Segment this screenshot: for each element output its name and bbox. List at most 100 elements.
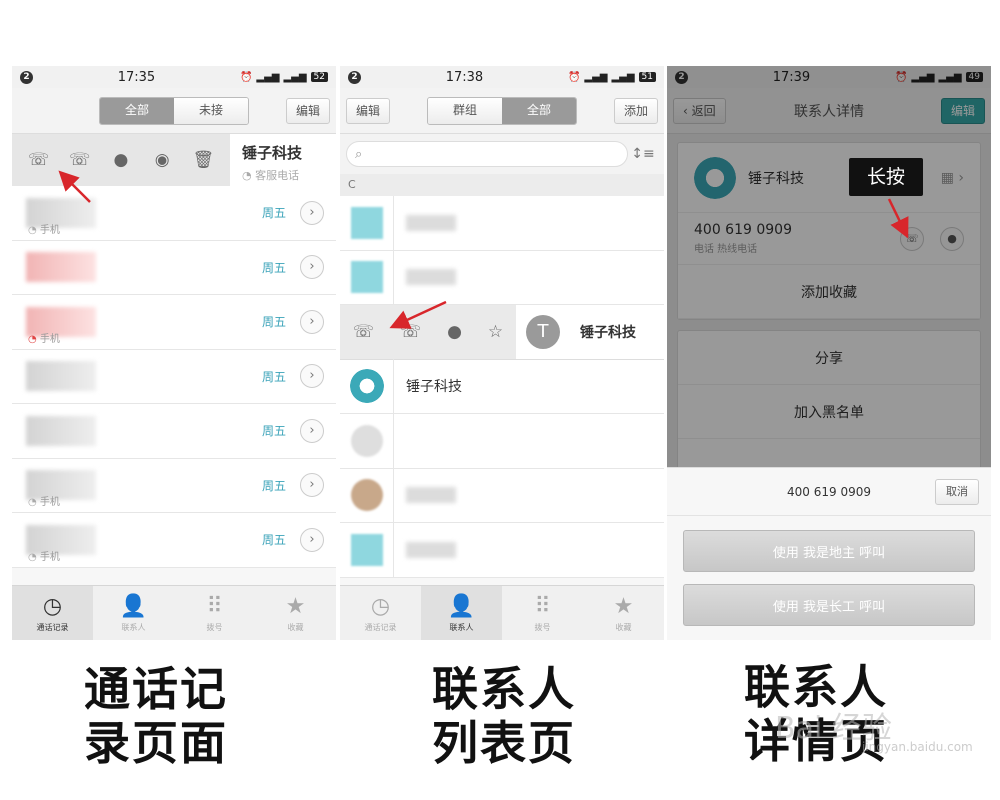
call-with-sim2-button[interactable]: 使用 我是长工 呼叫 — [683, 584, 975, 626]
chevron-right-icon[interactable]: › — [300, 473, 324, 498]
call-day: 周五 — [261, 206, 286, 221]
sort-icon[interactable]: ↕≡ — [628, 146, 658, 162]
battery-level: 51 — [638, 72, 656, 82]
call-row[interactable]: 手机 周五 › — [12, 513, 336, 568]
contact-row[interactable]: 锤子科技 — [340, 359, 664, 414]
tab-bar: ◷ 通话记录 👤 联系人 ⠿ 拨号 ★ 收藏 — [12, 585, 336, 640]
tab-missed[interactable]: 未接 — [174, 97, 248, 124]
avatar — [340, 359, 394, 414]
add-button[interactable]: 添加 — [613, 98, 658, 124]
caption-line: 列表页 — [432, 716, 576, 770]
avatar: T — [526, 314, 560, 349]
call-type: 手机 — [28, 221, 60, 236]
blurred-avatar — [350, 479, 383, 512]
blurred-name — [26, 415, 96, 446]
tab-all[interactable]: 全部 — [502, 97, 576, 124]
swipe-action-row: ☏ ☏ ● ☆ T 锤子科技 — [340, 305, 664, 360]
tab-call-log[interactable]: ◷ 通话记录 — [340, 586, 421, 640]
edit-button[interactable]: 编辑 — [346, 98, 391, 124]
blurred-name — [406, 487, 456, 504]
contact-row[interactable] — [340, 250, 664, 305]
tab-contacts[interactable]: 👤 联系人 — [421, 586, 502, 640]
tab-contacts[interactable]: 👤 联系人 — [93, 586, 174, 640]
caption-line: 联系人 — [432, 662, 576, 716]
blurred-name — [406, 214, 456, 231]
chevron-right-icon[interactable]: › — [300, 364, 324, 389]
tab-label: 收藏 — [287, 622, 304, 632]
swiped-contact[interactable]: T 锤子科技 — [516, 305, 664, 359]
avatar — [340, 250, 394, 305]
contact-row[interactable] — [340, 468, 664, 523]
avatar — [340, 413, 394, 468]
tab-dialer[interactable]: ⠿ 拨号 — [502, 586, 583, 640]
tab-groups[interactable]: 群组 — [428, 97, 502, 124]
blurred-avatar — [350, 261, 383, 294]
chevron-right-icon[interactable]: › — [300, 309, 324, 334]
blurred-name — [26, 252, 96, 283]
star-icon[interactable]: ☆ — [488, 322, 503, 342]
swipe-action-row: ☏ ☏ ● ◉ 🗑 锤子科技 客服电话 — [12, 134, 336, 186]
call-sim2-icon[interactable]: ☏ — [69, 149, 91, 171]
edit-button[interactable]: 编辑 — [285, 98, 330, 124]
alarm-icon: ⏰ — [567, 71, 581, 83]
signal2-icon: ▂▄▆ — [611, 71, 635, 83]
status-time: 17:35 — [117, 69, 156, 85]
nav-bar: 全部 未接 编辑 — [12, 88, 336, 134]
tab-dialer[interactable]: ⠿ 拨号 — [174, 586, 255, 640]
call-row[interactable]: 周五 › — [12, 404, 336, 459]
search-input[interactable]: ⌕ — [346, 141, 628, 167]
person-icon: 👤 — [119, 593, 148, 619]
contact-row[interactable] — [340, 195, 664, 251]
clock-icon: ◷ — [42, 593, 63, 619]
delete-icon[interactable]: 🗑 — [192, 149, 215, 171]
chevron-right-icon[interactable]: › — [300, 527, 324, 552]
caption-call-log: 通话记 录页面 — [84, 662, 228, 770]
blurred-avatar — [350, 533, 383, 566]
contact-row[interactable] — [340, 522, 664, 578]
search-row: ⌕ ↕≡ — [340, 134, 664, 174]
signal2-icon: ▂▄▆ — [283, 71, 307, 83]
message-icon[interactable]: ● — [447, 322, 462, 342]
call-row[interactable]: 周五 › — [12, 350, 336, 404]
contact-list-screen: 2 17:38 ⏰ ▂▄▆ ▂▄▆ 51 编辑 群组 全部 添加 ⌕ ↕≡ C … — [340, 66, 664, 640]
cancel-button[interactable]: 取消 — [935, 479, 979, 505]
avatar — [340, 522, 394, 577]
call-sim1-icon[interactable]: ☏ — [28, 149, 50, 171]
call-sim1-icon[interactable]: ☏ — [353, 322, 374, 342]
tab-favorites[interactable]: ★ 收藏 — [255, 586, 336, 640]
dim-overlay[interactable] — [667, 66, 991, 467]
blurred-avatar — [350, 206, 383, 239]
tab-all[interactable]: 全部 — [100, 97, 174, 124]
swipe-actions: ☏ ☏ ● ☆ — [340, 305, 516, 359]
call-type: 手机 — [28, 548, 60, 563]
call-row[interactable]: 手机 周五 › — [12, 459, 336, 513]
chevron-right-icon[interactable]: › — [300, 200, 324, 225]
alarm-icon: ⏰ — [239, 71, 253, 83]
contact-name: 锤子科技 — [242, 144, 303, 162]
tab-label: 通话记录 — [36, 622, 69, 632]
call-row[interactable]: 手机 周五 › — [12, 295, 336, 350]
long-press-callout: 长按 — [849, 158, 923, 196]
message-icon[interactable]: ● — [110, 149, 132, 171]
avatar — [340, 468, 394, 523]
keypad-icon: ⠿ — [206, 593, 223, 619]
contact-row[interactable] — [340, 413, 664, 469]
chevron-right-icon[interactable]: › — [300, 255, 324, 280]
call-with-sim1-button[interactable]: 使用 我是地主 呼叫 — [683, 530, 975, 572]
tab-favorites[interactable]: ★ 收藏 — [583, 586, 664, 640]
tab-call-log[interactable]: ◷ 通话记录 — [12, 586, 93, 640]
call-day: 周五 — [261, 533, 286, 548]
contact-detail-screen: 2 17:39 ⏰ ▂▄▆ ▂▄▆ 49 返回 联系人详情 编辑 锤子科技 ▦ … — [667, 66, 991, 640]
chevron-right-icon[interactable]: › — [300, 418, 324, 443]
swiped-contact[interactable]: 锤子科技 客服电话 — [230, 134, 336, 186]
blurred-name — [406, 541, 456, 558]
call-row[interactable]: 周五 › — [12, 241, 336, 295]
tab-label: 联系人 — [449, 622, 474, 632]
tab-label: 拨号 — [534, 622, 551, 632]
blurred-name — [406, 269, 456, 286]
blurred-avatar — [350, 424, 383, 457]
call-row[interactable]: 手机 周五 › — [12, 186, 336, 241]
call-sim2-icon[interactable]: ☏ — [400, 322, 421, 342]
caption-line: 录页面 — [84, 716, 228, 770]
contact-card-icon[interactable]: ◉ — [151, 149, 173, 171]
